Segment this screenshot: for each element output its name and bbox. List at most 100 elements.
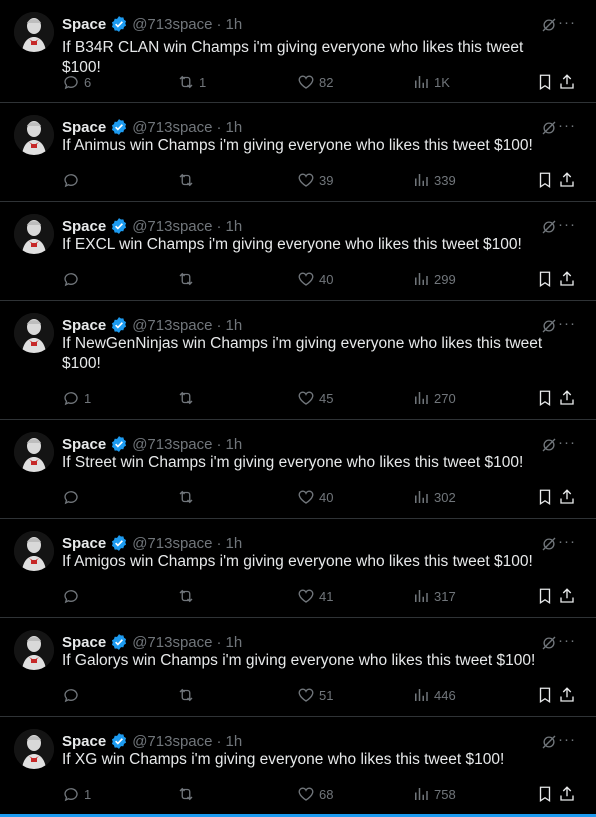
share-button[interactable] bbox=[558, 170, 576, 190]
reply-button[interactable]: 1 bbox=[62, 784, 91, 804]
grok-icon[interactable] bbox=[540, 317, 558, 335]
timestamp[interactable]: 1h bbox=[225, 436, 242, 453]
avatar[interactable] bbox=[14, 214, 54, 254]
timestamp[interactable]: 1h bbox=[225, 119, 242, 136]
retweet-button[interactable] bbox=[177, 685, 199, 705]
user-handle[interactable]: @713space bbox=[132, 634, 212, 651]
display-name[interactable]: Space bbox=[62, 634, 106, 651]
retweet-button[interactable] bbox=[177, 487, 199, 507]
bookmark-button[interactable] bbox=[536, 269, 554, 289]
share-button[interactable] bbox=[558, 72, 576, 92]
retweet-button[interactable] bbox=[177, 388, 199, 408]
share-button[interactable] bbox=[558, 685, 576, 705]
share-button[interactable] bbox=[558, 586, 576, 606]
display-name[interactable]: Space bbox=[62, 218, 106, 235]
like-button[interactable]: 40 bbox=[297, 487, 333, 507]
tweet[interactable]: Space @713space · 1h ··· If Amigos win C… bbox=[0, 519, 596, 618]
like-button[interactable]: 41 bbox=[297, 586, 333, 606]
display-name[interactable]: Space bbox=[62, 436, 106, 453]
avatar[interactable] bbox=[14, 313, 54, 353]
reply-button[interactable] bbox=[62, 586, 84, 606]
user-handle[interactable]: @713space bbox=[132, 218, 212, 235]
bookmark-button[interactable] bbox=[536, 685, 554, 705]
timestamp[interactable]: 1h bbox=[225, 634, 242, 651]
grok-icon[interactable] bbox=[540, 733, 558, 751]
tweet[interactable]: Space @713space · 1h ··· If B34R CLAN wi… bbox=[0, 0, 596, 103]
more-options-icon[interactable]: ··· bbox=[558, 15, 576, 31]
more-options-icon[interactable]: ··· bbox=[558, 217, 576, 233]
display-name[interactable]: Space bbox=[62, 119, 106, 136]
share-button[interactable] bbox=[558, 784, 576, 804]
views-button[interactable]: 339 bbox=[412, 170, 456, 190]
tweet[interactable]: Space @713space · 1h ··· If Street win C… bbox=[0, 420, 596, 519]
timestamp[interactable]: 1h bbox=[225, 317, 242, 334]
more-options-icon[interactable]: ··· bbox=[558, 435, 576, 451]
avatar[interactable] bbox=[14, 531, 54, 571]
avatar[interactable] bbox=[14, 432, 54, 472]
more-options-icon[interactable]: ··· bbox=[558, 633, 576, 649]
bookmark-button[interactable] bbox=[536, 72, 554, 92]
views-button[interactable]: 270 bbox=[412, 388, 456, 408]
tweet[interactable]: Space @713space · 1h ··· If XG win Champ… bbox=[0, 717, 596, 817]
reply-button[interactable]: 6 bbox=[62, 72, 91, 92]
like-button[interactable]: 39 bbox=[297, 170, 333, 190]
retweet-button[interactable] bbox=[177, 784, 199, 804]
tweet[interactable]: Space @713space · 1h ··· If Galorys win … bbox=[0, 618, 596, 717]
tweet[interactable]: Space @713space · 1h ··· If NewGenNinjas… bbox=[0, 301, 596, 420]
timestamp[interactable]: 1h bbox=[225, 218, 242, 235]
timestamp[interactable]: 1h bbox=[225, 535, 242, 552]
reply-button[interactable] bbox=[62, 269, 84, 289]
grok-icon[interactable] bbox=[540, 119, 558, 137]
like-button[interactable]: 51 bbox=[297, 685, 333, 705]
bookmark-button[interactable] bbox=[536, 487, 554, 507]
bookmark-button[interactable] bbox=[536, 586, 554, 606]
tweet[interactable]: Space @713space · 1h ··· If Animus win C… bbox=[0, 103, 596, 202]
user-handle[interactable]: @713space bbox=[132, 733, 212, 750]
grok-icon[interactable] bbox=[540, 634, 558, 652]
tweet[interactable]: Space @713space · 1h ··· If EXCL win Cha… bbox=[0, 202, 596, 301]
views-button[interactable]: 302 bbox=[412, 487, 456, 507]
views-button[interactable]: 758 bbox=[412, 784, 456, 804]
share-button[interactable] bbox=[558, 388, 576, 408]
bookmark-button[interactable] bbox=[536, 170, 554, 190]
user-handle[interactable]: @713space bbox=[132, 317, 212, 334]
user-handle[interactable]: @713space bbox=[132, 16, 212, 33]
user-handle[interactable]: @713space bbox=[132, 535, 212, 552]
more-options-icon[interactable]: ··· bbox=[558, 316, 576, 332]
like-button[interactable]: 45 bbox=[297, 388, 333, 408]
display-name[interactable]: Space bbox=[62, 733, 106, 750]
views-button[interactable]: 317 bbox=[412, 586, 456, 606]
like-button[interactable]: 68 bbox=[297, 784, 333, 804]
grok-icon[interactable] bbox=[540, 436, 558, 454]
timestamp[interactable]: 1h bbox=[225, 16, 242, 33]
display-name[interactable]: Space bbox=[62, 535, 106, 552]
share-button[interactable] bbox=[558, 269, 576, 289]
grok-icon[interactable] bbox=[540, 16, 558, 34]
avatar[interactable] bbox=[14, 115, 54, 155]
views-button[interactable]: 299 bbox=[412, 269, 456, 289]
reply-button[interactable] bbox=[62, 487, 84, 507]
user-handle[interactable]: @713space bbox=[132, 436, 212, 453]
retweet-button[interactable] bbox=[177, 170, 199, 190]
display-name[interactable]: Space bbox=[62, 16, 106, 33]
more-options-icon[interactable]: ··· bbox=[558, 534, 576, 550]
avatar[interactable] bbox=[14, 630, 54, 670]
more-options-icon[interactable]: ··· bbox=[558, 732, 576, 748]
reply-button[interactable] bbox=[62, 170, 84, 190]
views-button[interactable]: 446 bbox=[412, 685, 456, 705]
reply-button[interactable]: 1 bbox=[62, 388, 91, 408]
avatar[interactable] bbox=[14, 729, 54, 769]
retweet-button[interactable] bbox=[177, 586, 199, 606]
timestamp[interactable]: 1h bbox=[225, 733, 242, 750]
display-name[interactable]: Space bbox=[62, 317, 106, 334]
share-button[interactable] bbox=[558, 487, 576, 507]
retweet-button[interactable] bbox=[177, 269, 199, 289]
retweet-button[interactable]: 1 bbox=[177, 72, 206, 92]
grok-icon[interactable] bbox=[540, 535, 558, 553]
like-button[interactable]: 82 bbox=[297, 72, 333, 92]
bookmark-button[interactable] bbox=[536, 388, 554, 408]
bookmark-button[interactable] bbox=[536, 784, 554, 804]
views-button[interactable]: 1K bbox=[412, 72, 450, 92]
like-button[interactable]: 40 bbox=[297, 269, 333, 289]
reply-button[interactable] bbox=[62, 685, 84, 705]
